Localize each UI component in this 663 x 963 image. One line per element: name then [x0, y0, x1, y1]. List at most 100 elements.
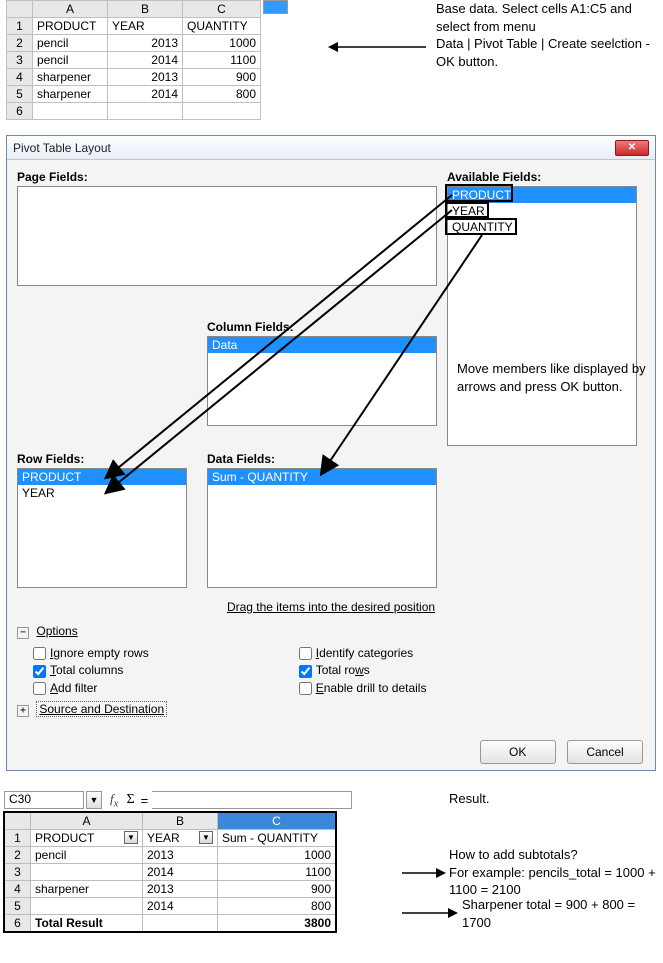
data-fields-list[interactable]: Sum - QUANTITY — [207, 468, 437, 588]
col-header-b[interactable]: B — [108, 1, 183, 18]
cell[interactable]: sharpener — [31, 880, 143, 897]
select-all-corner[interactable] — [7, 1, 33, 18]
caption-result: Result. — [449, 791, 489, 806]
cell[interactable]: YEAR▼ — [143, 829, 218, 846]
col-header-a[interactable]: A — [31, 812, 143, 829]
dropdown-icon[interactable]: ▼ — [124, 831, 138, 844]
name-box[interactable]: C30 — [4, 791, 84, 809]
cell[interactable]: 2014 — [143, 897, 218, 914]
row-header[interactable]: 6 — [7, 103, 33, 120]
extra-column-header[interactable] — [263, 0, 288, 14]
field-item-product[interactable]: PRODUCT — [448, 187, 636, 203]
page-fields-list[interactable] — [17, 186, 437, 286]
dialog-titlebar[interactable]: Pivot Table Layout ✕ — [7, 136, 655, 160]
enable-drill-checkbox[interactable]: Enable drill to details — [299, 681, 427, 695]
cell[interactable] — [31, 863, 143, 880]
cell[interactable]: 2013 — [143, 846, 218, 863]
row-header[interactable]: 2 — [7, 35, 33, 52]
field-item-sum-quantity[interactable]: Sum - QUANTITY — [208, 469, 436, 485]
cell[interactable]: 900 — [218, 880, 336, 897]
cell[interactable]: 2013 — [108, 69, 183, 86]
row-header[interactable]: 5 — [7, 86, 33, 103]
row-header[interactable]: 3 — [7, 52, 33, 69]
row-header[interactable]: 3 — [5, 863, 31, 880]
row-header[interactable]: 1 — [5, 829, 31, 846]
cell[interactable]: pencil — [31, 846, 143, 863]
cell[interactable]: 2014 — [143, 863, 218, 880]
cell[interactable]: PRODUCT▼ — [31, 829, 143, 846]
expand-icon[interactable]: + — [17, 705, 29, 717]
ok-button[interactable]: OK — [480, 740, 556, 764]
formula-bar[interactable] — [152, 791, 352, 809]
cell[interactable]: 2014 — [108, 52, 183, 69]
caption-sharpener: Sharpener total = 900 + 800 = 1700 — [462, 896, 663, 931]
cell[interactable]: 2013 — [143, 880, 218, 897]
cell[interactable]: 3800 — [218, 914, 336, 931]
cell[interactable]: 800 — [218, 897, 336, 914]
cancel-button[interactable]: Cancel — [567, 740, 643, 764]
fx-icon[interactable]: fx — [110, 791, 118, 810]
cell[interactable]: YEAR — [108, 18, 183, 35]
row-header[interactable]: 5 — [5, 897, 31, 914]
dropdown-icon[interactable]: ▼ — [199, 831, 213, 844]
cell[interactable]: Sum - QUANTITY — [218, 829, 336, 846]
col-header-c[interactable]: C — [183, 1, 261, 18]
field-item-quantity[interactable]: QUANTITY — [448, 219, 636, 235]
total-columns-checkbox[interactable]: Total columns — [33, 663, 149, 677]
total-rows-checkbox[interactable]: Total rows — [299, 663, 427, 677]
source-destination-section[interactable]: Source and Destination — [36, 701, 167, 717]
cell[interactable] — [183, 103, 261, 120]
col-header-c[interactable]: C — [218, 812, 336, 829]
cell[interactable]: 1100 — [218, 863, 336, 880]
collapse-icon[interactable]: − — [17, 627, 29, 639]
identify-categories-checkbox[interactable]: Identify categories — [299, 646, 427, 660]
field-item-year[interactable]: YEAR — [18, 485, 186, 501]
cell[interactable]: 2014 — [108, 86, 183, 103]
row-header[interactable]: 4 — [7, 69, 33, 86]
row-fields-label: Row Fields: — [17, 452, 187, 466]
column-fields-label: Column Fields: — [207, 320, 437, 334]
caption-howto: How to add subtotals? For example: penci… — [449, 846, 663, 899]
select-all-corner[interactable] — [5, 812, 31, 829]
data-fields-label: Data Fields: — [207, 452, 437, 466]
cell[interactable]: Total Result — [31, 914, 143, 931]
col-header-a[interactable]: A — [33, 1, 108, 18]
col-header-b[interactable]: B — [143, 812, 218, 829]
row-fields-list[interactable]: PRODUCT YEAR — [17, 468, 187, 588]
cell[interactable]: pencil — [33, 52, 108, 69]
add-filter-checkbox[interactable]: Add filter — [33, 681, 149, 695]
arrow-icon — [328, 40, 428, 54]
ignore-empty-checkbox[interactable]: Ignore empty rows — [33, 646, 149, 660]
field-item-data[interactable]: Data — [208, 337, 436, 353]
row-header[interactable]: 6 — [5, 914, 31, 931]
cell[interactable]: 1000 — [183, 35, 261, 52]
cell[interactable]: 2013 — [108, 35, 183, 52]
cell[interactable]: sharpener — [33, 69, 108, 86]
available-fields-list[interactable]: PRODUCT YEAR QUANTITY — [447, 186, 637, 446]
arrow-icon — [402, 867, 446, 879]
cell[interactable]: sharpener — [33, 86, 108, 103]
cell[interactable] — [33, 103, 108, 120]
cell[interactable]: QUANTITY — [183, 18, 261, 35]
cell[interactable]: pencil — [33, 35, 108, 52]
cell[interactable]: PRODUCT — [33, 18, 108, 35]
row-header[interactable]: 2 — [5, 846, 31, 863]
source-data-table[interactable]: A B C 1 PRODUCT YEAR QUANTITY 2 pencil 2… — [6, 0, 261, 120]
cell[interactable] — [108, 103, 183, 120]
field-item-product[interactable]: PRODUCT — [18, 469, 186, 485]
cell[interactable]: 1100 — [183, 52, 261, 69]
row-header[interactable]: 4 — [5, 880, 31, 897]
cell[interactable]: 800 — [183, 86, 261, 103]
close-button[interactable]: ✕ — [615, 140, 649, 156]
result-pivot-table[interactable]: A B C 1 PRODUCT▼ YEAR▼ Sum - QUANTITY 2 … — [4, 812, 336, 932]
field-item-year[interactable]: YEAR — [448, 203, 636, 219]
cell[interactable]: 900 — [183, 69, 261, 86]
name-box-dropdown[interactable]: ▼ — [86, 791, 102, 809]
options-section[interactable]: Options — [36, 624, 77, 638]
column-fields-list[interactable]: Data — [207, 336, 437, 426]
cell[interactable] — [31, 897, 143, 914]
cell[interactable]: 1000 — [218, 846, 336, 863]
row-header[interactable]: 1 — [7, 18, 33, 35]
cell[interactable] — [143, 914, 218, 931]
sigma-icon[interactable]: Σ — [126, 792, 134, 808]
